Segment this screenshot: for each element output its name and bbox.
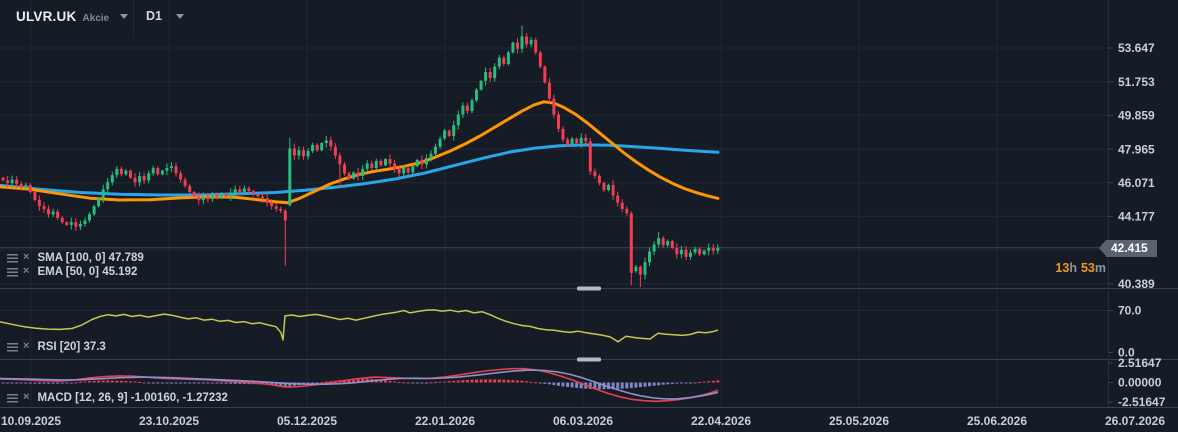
price-axis[interactable]: 53.647 51.753 49.859 47.965 46.071 44.177 40.3… (1108, 41, 1166, 409)
chevron-down-icon (120, 14, 128, 19)
time-axis-label: 23.10.2025 (139, 414, 199, 428)
indicator-label-ema: EMA [50, 0] 45.192 (37, 266, 137, 278)
gridlines (0, 0, 1108, 408)
trading-chart-window: 53.647 51.753 49.859 47.965 46.071 44.177 40.3… (0, 0, 1178, 432)
countdown-minutes-unit: m (1095, 261, 1106, 275)
rsi-axis-label: 70.0 (1118, 304, 1142, 318)
indicator-label-macd: MACD [12, 26, 9] -1.00160, -1.27232 (37, 392, 228, 404)
countdown-hours-unit: h (1069, 261, 1077, 275)
time-axis-label: 22.01.2026 (415, 414, 475, 428)
indicator-label-rsi: RSI [20] 37.3 (37, 341, 105, 353)
time-axis-label: 25.06.2026 (967, 414, 1027, 428)
symbol-name: ULVR.UK (16, 9, 76, 24)
indicator-close-icon[interactable]: × (23, 267, 29, 276)
time-axis-label: 25.05.2026 (829, 414, 889, 428)
indicator-settings-icon[interactable] (7, 343, 18, 352)
price-axis-label: 47.965 (1118, 142, 1155, 156)
indicator-settings-icon[interactable] (7, 268, 18, 277)
pane-separators (0, 287, 1178, 362)
countdown-hours: 13 (1055, 261, 1069, 275)
indicator-close-icon[interactable]: × (23, 342, 29, 351)
indicator-label-sma: SMA [100, 0] 47.789 (37, 252, 143, 264)
rsi-line (0, 310, 718, 342)
separator-handle[interactable] (577, 358, 601, 362)
last-price-tag: 42.415 (1106, 240, 1157, 257)
chart-canvas[interactable]: 53.647 51.753 49.859 47.965 46.071 44.177 40.3… (0, 0, 1178, 432)
chart-header: ULVR.UK Akcie D1 (0, 0, 1178, 36)
axis-borders (0, 0, 1178, 408)
indicator-settings-icon[interactable] (7, 254, 18, 263)
price-axis-label: 44.177 (1118, 210, 1155, 224)
macd-axis-label: 2.51647 (1118, 356, 1162, 370)
separator-handle[interactable] (577, 287, 601, 291)
bar-close-countdown: 13h 53m (1055, 261, 1106, 275)
macd-axis-label: 0.00000 (1118, 376, 1162, 390)
time-axis-label: 22.04.2026 (691, 414, 751, 428)
countdown-minutes: 53 (1081, 261, 1095, 275)
indicator-close-icon[interactable]: × (23, 253, 29, 262)
price-axis-label: 46.071 (1118, 176, 1155, 190)
time-axis-label: 26.07.2026 (1105, 414, 1165, 428)
time-axis[interactable]: 10.09.2025 23.10.2025 05.12.2025 22.01.2026… (1, 414, 1165, 428)
time-axis-label: 10.09.2025 (1, 414, 61, 428)
interval-label: D1 (146, 9, 162, 23)
price-axis-label: 40.389 (1118, 277, 1155, 291)
time-axis-label: 05.12.2025 (277, 414, 337, 428)
legend-row-ema: × EMA [50, 0] 45.192 (7, 265, 137, 279)
interval-selector[interactable]: D1 (146, 9, 184, 23)
chevron-down-icon (176, 14, 184, 19)
instrument-type-label: Akcie (82, 13, 109, 24)
legend-row-sma: × SMA [100, 0] 47.789 (7, 251, 144, 265)
price-axis-label: 49.859 (1118, 109, 1155, 123)
price-axis-label: 51.753 (1118, 75, 1155, 89)
symbol-selector[interactable]: ULVR.UK Akcie (16, 9, 128, 24)
rsi-line (0, 310, 718, 342)
indicator-close-icon[interactable]: × (23, 393, 29, 402)
indicator-settings-icon[interactable] (7, 394, 18, 403)
legend-row-macd: × MACD [12, 26, 9] -1.00160, -1.27232 (7, 391, 228, 405)
legend-row-rsi: × RSI [20] 37.3 (7, 340, 106, 354)
time-axis-label: 06.03.2026 (553, 414, 613, 428)
header-divider (133, 0, 134, 36)
price-axis-label: 53.647 (1118, 41, 1155, 55)
macd-axis-label: -2.51647 (1118, 395, 1166, 409)
